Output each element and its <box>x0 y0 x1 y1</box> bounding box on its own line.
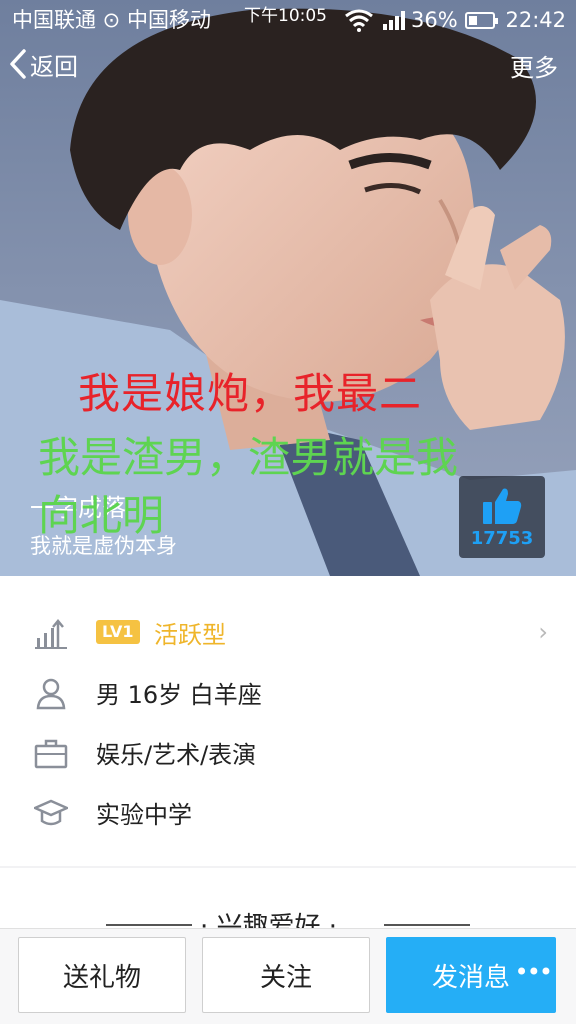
battery-icon <box>465 12 498 29</box>
status-bar: 中国联通 ⊙ 中国移动 下午10:05 36% 22:42 <box>0 0 576 40</box>
profile-screen: 中国联通 ⊙ 中国移动 下午10:05 36% 22:42 返回 更多 我是娘炮… <box>0 0 576 1024</box>
battery-percent: 36% <box>411 8 458 32</box>
school-row: 实验中学 <box>0 782 576 842</box>
school-text: 实验中学 <box>96 800 192 829</box>
send-message-label: 发消息 <box>431 962 510 993</box>
level-icon <box>35 619 67 649</box>
level-type: 活跃型 <box>154 620 226 649</box>
carrier-label: 中国联通 ⊙ 中国移动 <box>12 8 211 32</box>
level-row[interactable]: LV1 活跃型 › <box>0 602 576 662</box>
thumbs-up-icon <box>483 488 522 524</box>
back-button[interactable]: 返回 <box>8 44 78 84</box>
status-time: 22:42 <box>505 8 566 32</box>
chevron-left-icon <box>10 49 26 79</box>
briefcase-icon <box>34 739 68 769</box>
follow-button[interactable]: 关注 <box>202 937 370 1013</box>
basic-info-text: 男 16岁 白羊座 <box>96 680 262 709</box>
more-dots-icon: ••• <box>514 958 553 986</box>
chevron-right-icon: › <box>538 618 548 646</box>
action-bar: 送礼物 关注 发消息 ••• <box>0 928 576 1024</box>
back-label: 返回 <box>30 52 78 81</box>
more-button[interactable]: 更多 <box>510 48 558 83</box>
interest-divider-left <box>106 924 192 926</box>
profile-cover-photo: 中国联通 ⊙ 中国移动 下午10:05 36% 22:42 返回 更多 我是娘炮… <box>0 0 576 576</box>
overlay-text-green-1: 我是渣男，渣男就是我 <box>38 433 459 482</box>
occupation-text: 娱乐/艺术/表演 <box>96 740 257 769</box>
signal-icon <box>383 11 405 30</box>
send-message-button[interactable]: 发消息 ••• <box>386 937 556 1013</box>
profile-signature: 我就是虚伪本身 <box>30 534 177 558</box>
like-count: 17753 <box>470 528 534 549</box>
send-gift-button[interactable]: 送礼物 <box>18 937 186 1013</box>
like-button[interactable]: 17753 <box>459 476 545 558</box>
interest-section: · 兴趣爱好 · <box>0 868 576 942</box>
occupation-row: 娱乐/艺术/表演 <box>0 722 576 782</box>
graduation-cap-icon <box>34 799 68 826</box>
overlay-text-red: 我是娘炮，我最二 <box>78 369 423 418</box>
status-clock-left: 下午10:05 <box>244 6 327 26</box>
person-icon <box>36 678 66 710</box>
profile-info-card: LV1 活跃型 › 男 16岁 白羊座 娱乐/艺术/表演 实验中学 <box>0 576 576 866</box>
basic-info-row: 男 16岁 白羊座 <box>0 662 576 722</box>
level-badge: LV1 <box>96 620 140 644</box>
wifi-icon <box>345 9 373 32</box>
interest-divider-right <box>384 924 470 926</box>
